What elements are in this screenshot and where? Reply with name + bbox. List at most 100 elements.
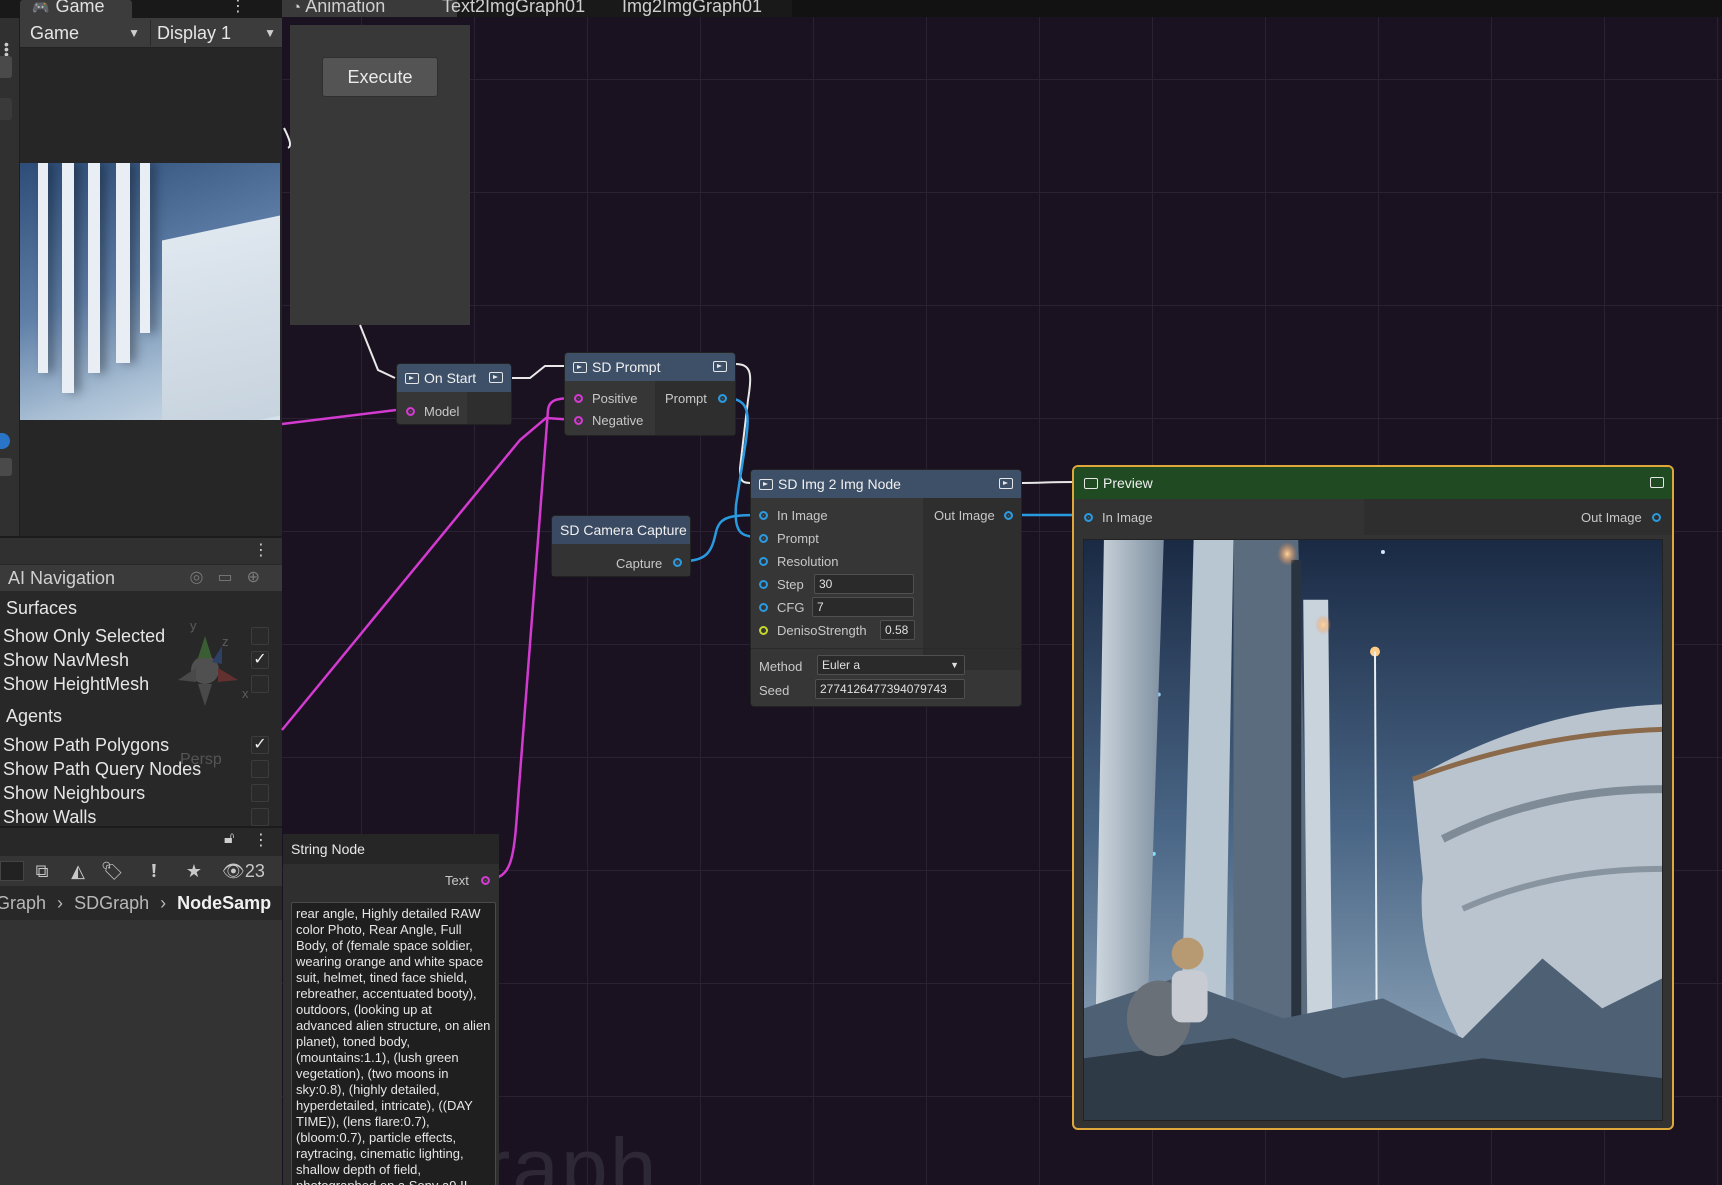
strip-tool-button[interactable] bbox=[0, 56, 12, 78]
checkbox-show-path-polygons[interactable]: ✓ bbox=[251, 736, 269, 754]
game-tab-menu-icon[interactable]: ⋮ bbox=[230, 0, 246, 16]
port-in-image-dot[interactable] bbox=[1084, 513, 1093, 522]
port-prompt-dot[interactable] bbox=[759, 534, 768, 543]
option-label: Show Only Selected bbox=[3, 626, 166, 646]
port-resolution-dot[interactable] bbox=[759, 557, 768, 566]
nav-panel-menu-icon[interactable]: ⋮ bbox=[253, 540, 269, 560]
label-filter-icon[interactable]: 🏷︎ bbox=[100, 860, 124, 882]
node-string[interactable]: String Node Text rear angle, Highly deta… bbox=[283, 834, 499, 1185]
node-preview[interactable]: Preview In Image Out Image bbox=[1072, 465, 1674, 1130]
breadcrumb-item[interactable]: SDGraph bbox=[74, 893, 149, 913]
node-sd-img2img[interactable]: SD Img 2 Img Node In Image Prompt Resolu… bbox=[750, 469, 1022, 707]
node-header[interactable]: On Start bbox=[397, 364, 511, 392]
display-target-dropdown[interactable]: Display 1 ▼ bbox=[150, 20, 280, 46]
flow-in-icon bbox=[573, 362, 587, 373]
tab-text2img[interactable]: Text2ImgGraph01 bbox=[442, 0, 585, 17]
flow-out-icon[interactable] bbox=[1650, 477, 1664, 488]
port-out-image-dot[interactable] bbox=[1652, 513, 1661, 522]
node-sd-prompt[interactable]: SD Prompt Positive Negative Prompt bbox=[564, 352, 736, 436]
checkbox-show-walls[interactable] bbox=[251, 808, 269, 826]
breadcrumb-item[interactable]: Graph bbox=[0, 893, 46, 913]
port-in-image-dot[interactable] bbox=[759, 511, 768, 520]
tab-game[interactable]: 🎮 Game bbox=[20, 0, 132, 18]
execute-button[interactable]: Execute bbox=[322, 57, 438, 97]
port-text-label: Text bbox=[445, 873, 469, 888]
port-cfg-dot[interactable] bbox=[759, 603, 768, 612]
deniso-input[interactable]: 0.58 bbox=[880, 620, 915, 640]
flow-out-icon[interactable] bbox=[489, 372, 503, 383]
port-positive-dot[interactable] bbox=[574, 394, 583, 403]
game-view[interactable] bbox=[20, 48, 282, 536]
checkbox-show-navmesh[interactable]: ✓ bbox=[251, 651, 269, 669]
port-prompt-dot[interactable] bbox=[718, 394, 727, 403]
ai-navigation-panel: ⋮ AI Navigation ◎▭⊕ y z x Persp Surfaces… bbox=[0, 536, 282, 827]
node-header[interactable]: Preview bbox=[1074, 467, 1672, 499]
project-menu-icon[interactable]: ⋮ bbox=[253, 830, 269, 850]
node-header[interactable]: SD Img 2 Img Node bbox=[751, 470, 1021, 498]
checkbox-show-only-selected[interactable] bbox=[251, 627, 269, 645]
node-title: SD Img 2 Img Node bbox=[778, 476, 901, 492]
port-capture-label: Capture bbox=[616, 556, 663, 571]
node-sd-camera-capture[interactable]: SD Camera Capture Capture bbox=[551, 515, 691, 577]
port-step-dot[interactable] bbox=[759, 580, 768, 589]
breadcrumb-current[interactable]: NodeSamp bbox=[177, 893, 271, 913]
option-show-navmesh[interactable]: Show NavMesh ✓ bbox=[3, 648, 275, 672]
cfg-input[interactable]: 7 bbox=[812, 597, 914, 617]
scene-search-icon[interactable]: ⧉ bbox=[30, 860, 54, 882]
option-show-path-query-nodes[interactable]: Show Path Query Nodes bbox=[3, 757, 275, 781]
node-header[interactable]: SD Camera Capture bbox=[552, 516, 690, 544]
tab-img2img[interactable]: Img2ImgGraph01 bbox=[622, 0, 762, 17]
option-show-neighbours[interactable]: Show Neighbours bbox=[3, 781, 275, 805]
port-out-image-dot[interactable] bbox=[1004, 511, 1013, 520]
port-negative-dot[interactable] bbox=[574, 416, 583, 425]
nav-title-label: AI Navigation bbox=[8, 568, 116, 588]
port-model-dot[interactable] bbox=[406, 407, 415, 416]
display-mode-dropdown[interactable]: Game ▼ bbox=[24, 20, 144, 46]
port-deniso-dot[interactable] bbox=[759, 626, 768, 635]
log-filter-icon[interactable]: ❗︎ bbox=[142, 860, 166, 882]
port-out-image-label: Out Image bbox=[934, 508, 995, 523]
string-text-area[interactable]: rear angle, Highly detailed RAW color Ph… bbox=[291, 902, 496, 1185]
hidden-packages-button[interactable]: 👁︎23 bbox=[222, 860, 278, 882]
port-text-dot[interactable] bbox=[481, 876, 490, 885]
option-label: Show Path Polygons bbox=[3, 735, 170, 755]
option-show-heightmesh[interactable]: Show HeightMesh bbox=[3, 672, 275, 696]
lock-icon[interactable]: 🔓︎ bbox=[224, 830, 234, 848]
node-on-start[interactable]: On Start Model bbox=[396, 363, 512, 425]
node-header[interactable]: String Node bbox=[283, 834, 499, 864]
port-positive-label: Positive bbox=[592, 391, 638, 406]
flow-out-icon[interactable] bbox=[713, 361, 727, 372]
gamepad-icon: 🎮 bbox=[32, 0, 50, 15]
project-panel: 🔓︎ ⋮ ⧉ ◭ 🏷︎ ❗︎ ★ 👁︎23 Graph › SDGraph › … bbox=[0, 826, 282, 1185]
step-input[interactable]: 30 bbox=[814, 574, 914, 594]
checkbox-show-neighbours[interactable] bbox=[251, 784, 269, 802]
node-header[interactable]: SD Prompt bbox=[565, 353, 735, 381]
option-show-path-polygons[interactable]: Show Path Polygons ✓ bbox=[3, 733, 275, 757]
strip-menu-icon[interactable]: • • • bbox=[4, 37, 10, 61]
display-target-label: Display 1 bbox=[157, 23, 232, 43]
port-step-label: Step bbox=[777, 577, 804, 592]
search-input[interactable] bbox=[0, 861, 24, 881]
checkbox-show-heightmesh[interactable] bbox=[251, 675, 269, 693]
option-label: Show HeightMesh bbox=[3, 674, 150, 694]
strip-dropdown[interactable] bbox=[0, 458, 12, 476]
port-capture-dot[interactable] bbox=[673, 558, 682, 567]
scene-view-tools-icon[interactable]: ◎▭⊕ bbox=[190, 565, 274, 591]
seed-label: Seed bbox=[759, 683, 790, 698]
seed-input[interactable]: 2774126477394079743 bbox=[815, 679, 965, 699]
agents-heading: Agents bbox=[6, 706, 63, 726]
chevron-right-icon: › bbox=[57, 893, 64, 913]
tab-game-label: Game bbox=[55, 0, 105, 16]
type-filter-icon[interactable]: ◭ bbox=[66, 860, 90, 882]
favorite-icon[interactable]: ★ bbox=[182, 860, 206, 882]
game-controls: Game ▼ Display 1 ▼ bbox=[20, 18, 282, 48]
option-show-only-selected[interactable]: Show Only Selected bbox=[3, 624, 275, 648]
tab-animation[interactable]: ◔ Animation bbox=[292, 0, 385, 17]
flow-out-icon[interactable] bbox=[999, 478, 1013, 489]
checkbox-show-path-query-nodes[interactable] bbox=[251, 760, 269, 778]
method-dropdown[interactable]: Euler a ▼ bbox=[817, 655, 965, 675]
strip-tool-button[interactable] bbox=[0, 98, 12, 120]
strip-active-tool[interactable] bbox=[0, 433, 10, 449]
flow-in-icon bbox=[1084, 478, 1098, 489]
chevron-down-icon: ▼ bbox=[950, 660, 959, 670]
